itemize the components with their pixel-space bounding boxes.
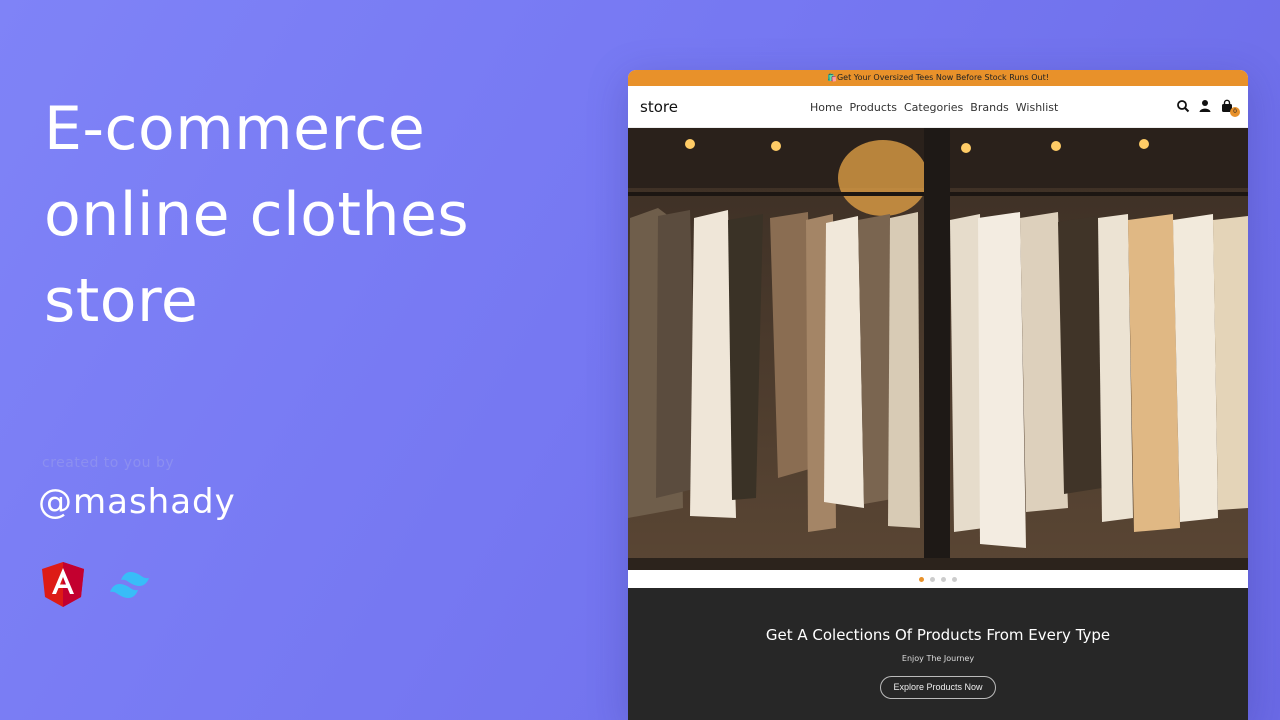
cta-section: Get A Colections Of Products From Every … (628, 588, 1248, 720)
hero-panel: E-commerce online clothes store created … (0, 0, 600, 720)
cta-title: Get A Colections Of Products From Every … (765, 626, 1111, 644)
clothes-rack-image (628, 128, 1248, 570)
tech-logos (40, 560, 160, 608)
nav-links: Home Products Categories Brands Wishlist (810, 86, 1058, 128)
author-handle: @mashady (38, 482, 236, 522)
slider-dot-4[interactable] (952, 576, 957, 582)
hero-slider[interactable] (628, 128, 1248, 570)
cart-icon[interactable]: 0 (1220, 98, 1240, 117)
store-navbar: store Home Products Categories Brands Wi… (628, 86, 1248, 128)
slider-dot-3[interactable] (941, 576, 946, 582)
slider-dot-2[interactable] (930, 576, 935, 582)
nav-home[interactable]: Home (810, 101, 842, 114)
store-preview: 🛍️Get Your Oversized Tees Now Before Sto… (628, 70, 1248, 720)
nav-brands[interactable]: Brands (970, 101, 1009, 114)
promo-banner: 🛍️Get Your Oversized Tees Now Before Sto… (628, 70, 1248, 86)
explore-products-button[interactable]: Explore Products Now (880, 676, 996, 699)
nav-products[interactable]: Products (849, 101, 897, 114)
user-icon[interactable] (1198, 98, 1212, 112)
search-icon[interactable] (1176, 98, 1190, 113)
created-by-label: created to you by (42, 455, 175, 471)
slider-dot-1[interactable] (919, 576, 924, 582)
hero-title: E-commerce online clothes store (44, 94, 470, 336)
cart-count-badge: 0 (1230, 107, 1240, 117)
nav-wishlist[interactable]: Wishlist (1016, 101, 1059, 114)
cta-subtitle: Enjoy The Journey (901, 654, 975, 663)
tailwind-logo-icon (108, 568, 160, 600)
slider-dots (628, 570, 1248, 588)
nav-icons: 0 (1176, 98, 1240, 117)
angular-logo-icon (40, 560, 86, 608)
store-logo[interactable]: store (640, 98, 678, 116)
nav-categories[interactable]: Categories (904, 101, 963, 114)
